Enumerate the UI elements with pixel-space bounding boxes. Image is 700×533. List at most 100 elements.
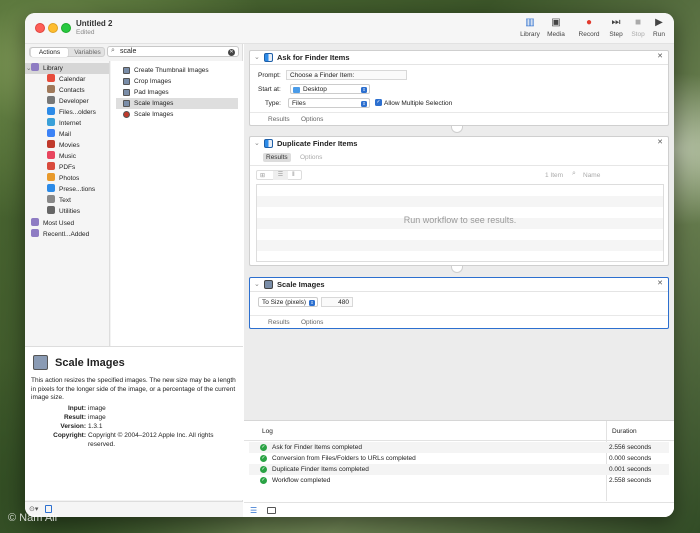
library-item[interactable]: Photos <box>25 173 109 184</box>
prompt-field[interactable]: Choose a Finder Item: <box>286 70 407 80</box>
library-list: ⌄LibraryCalendarContactsDeveloperFiles..… <box>25 61 110 346</box>
log-column-header[interactable]: Log <box>262 428 273 435</box>
action-item[interactable]: Scale Images <box>116 109 238 120</box>
copyright-value: Copyright © 2004–2012 Apple Inc. All rig… <box>88 432 238 449</box>
connector <box>451 126 463 133</box>
workflow-pane: ⌄ Ask for Finder Items ✕ Prompt: Choose … <box>244 44 674 517</box>
library-item[interactable]: Prese...tions <box>25 184 109 195</box>
mail-icon <box>47 129 55 137</box>
library-icon: ▥ <box>518 18 542 28</box>
allow-multiple-checkbox[interactable]: ✓ <box>375 99 382 106</box>
library-item[interactable]: Text <box>25 195 109 206</box>
close-icon[interactable]: ✕ <box>657 52 663 60</box>
watermark: © Nam Air <box>8 512 58 524</box>
ask-for-finder-items-card[interactable]: ⌄ Ask for Finder Items ✕ Prompt: Choose … <box>249 50 669 126</box>
log-panel: Log Duration ✓ Ask for Finder Items comp… <box>244 420 674 517</box>
record-icon: ● <box>577 18 601 28</box>
type-label: Type: <box>265 100 281 107</box>
library-item[interactable]: PDFs <box>25 162 109 173</box>
minimize-window-button[interactable] <box>48 23 58 33</box>
item-count: 1 Item <box>545 172 563 179</box>
empty-results-message: Run workflow to see results. <box>257 215 663 225</box>
action-item[interactable]: Pad Images <box>116 87 238 98</box>
duration-column-header[interactable]: Duration <box>612 428 637 435</box>
library-item[interactable]: Developer <box>25 96 109 107</box>
size-mode-popup[interactable]: To Size (pixels) ⇕ <box>258 297 318 307</box>
chevron-down-icon[interactable]: ⌄ <box>26 63 31 74</box>
options-tab[interactable]: Options <box>298 318 326 327</box>
card-tabs: Results Options <box>250 112 668 125</box>
media-button[interactable]: ▣ Media <box>545 18 567 38</box>
window-subtitle: Edited <box>76 29 94 36</box>
search-field[interactable]: ⌕ scale ✕ <box>107 46 239 57</box>
column-view-icon[interactable]: ⫴ <box>292 172 295 179</box>
action-item[interactable]: Crop Images <box>116 76 238 87</box>
result-key: Result: <box>31 414 86 421</box>
chevron-down-icon[interactable]: ⌄ <box>254 139 260 147</box>
chevron-down-icon[interactable]: ⌄ <box>254 280 260 288</box>
search-icon: ⌕ <box>572 170 576 178</box>
actions-list: Create Thumbnail ImagesCrop ImagesPad Im… <box>111 61 243 346</box>
log-view-icon[interactable]: ☰ <box>250 506 257 515</box>
list-view-icon[interactable]: ☰ <box>273 171 288 180</box>
photos-icon <box>47 173 55 181</box>
library-item[interactable]: Files...olders <box>25 107 109 118</box>
version-value: 1.3.1 <box>88 423 238 432</box>
scale-images-card[interactable]: ⌄ Scale Images ✕ To Size (pixels) ⇕ 480 … <box>249 277 669 329</box>
checkmark-icon: ✓ <box>260 466 267 473</box>
library-item[interactable]: Contacts <box>25 85 109 96</box>
start-at-popup[interactable]: Desktop ⇕ <box>290 84 370 94</box>
card-title: Duplicate Finder Items <box>277 139 357 148</box>
search-icon: ⌕ <box>111 47 115 55</box>
search-input[interactable]: scale <box>120 48 136 55</box>
record-button[interactable]: ● Record <box>577 18 601 38</box>
library-item[interactable]: Most Used <box>25 218 109 229</box>
variables-view-icon[interactable] <box>267 507 276 514</box>
name-search-placeholder[interactable]: Name <box>583 172 600 179</box>
run-button[interactable]: ▶ Run <box>651 18 667 38</box>
version-key: Version: <box>31 423 86 430</box>
results-tab[interactable]: Results <box>265 115 293 124</box>
image-action-icon <box>123 67 130 74</box>
results-tab[interactable]: Results <box>265 318 293 327</box>
size-input[interactable]: 480 <box>321 297 353 307</box>
close-window-button[interactable] <box>35 23 45 33</box>
variables-tab[interactable]: Variables <box>69 48 106 57</box>
results-tab[interactable]: Results <box>263 153 291 162</box>
action-item[interactable]: Create Thumbnail Images <box>116 65 238 76</box>
icon-view-icon[interactable]: ⊞ <box>260 172 265 179</box>
library-item[interactable]: Internet <box>25 118 109 129</box>
media-icon: ▣ <box>545 18 567 28</box>
step-button[interactable]: ⏭ Step <box>607 18 625 38</box>
checkmark-icon: ✓ <box>260 455 267 462</box>
image-action-red-icon <box>123 111 130 118</box>
options-tab[interactable]: Options <box>297 153 325 162</box>
library-item[interactable]: Utilities <box>25 206 109 217</box>
action-item[interactable]: Scale Images <box>116 98 238 109</box>
library-item[interactable]: Recentl...Added <box>25 229 109 240</box>
library-item[interactable]: Movies <box>25 140 109 151</box>
chevron-down-icon[interactable]: ⌄ <box>254 53 260 61</box>
actions-tab[interactable]: Actions <box>31 48 68 57</box>
zoom-window-button[interactable] <box>61 23 71 33</box>
duplicate-finder-items-card[interactable]: ⌄ Duplicate Finder Items ✕ Results Optio… <box>249 136 669 266</box>
music-icon <box>47 151 55 159</box>
log-row: ✓ Workflow completed 2.558 seconds <box>249 475 669 486</box>
library-item[interactable]: ⌄Library <box>25 63 109 74</box>
description-title: Scale Images <box>55 357 125 369</box>
library-item[interactable]: Mail <box>25 129 109 140</box>
library-button[interactable]: ▥ Library <box>518 18 542 38</box>
input-key: Input: <box>31 405 86 412</box>
view-mode-control[interactable]: ⊞ ☰ ⫴ <box>256 170 302 180</box>
close-icon[interactable]: ✕ <box>657 279 663 287</box>
card-header: ⌄ Scale Images ✕ <box>250 278 668 292</box>
stop-button[interactable]: ■ Stop <box>629 18 647 38</box>
library-item[interactable]: Calendar <box>25 74 109 85</box>
library-item[interactable]: Music <box>25 151 109 162</box>
type-popup[interactable]: Files ⇕ <box>288 98 370 108</box>
scale-images-icon <box>33 355 48 370</box>
text-icon <box>47 195 55 203</box>
close-icon[interactable]: ✕ <box>657 138 663 146</box>
options-tab[interactable]: Options <box>298 115 326 124</box>
clear-search-icon[interactable]: ✕ <box>228 49 235 56</box>
